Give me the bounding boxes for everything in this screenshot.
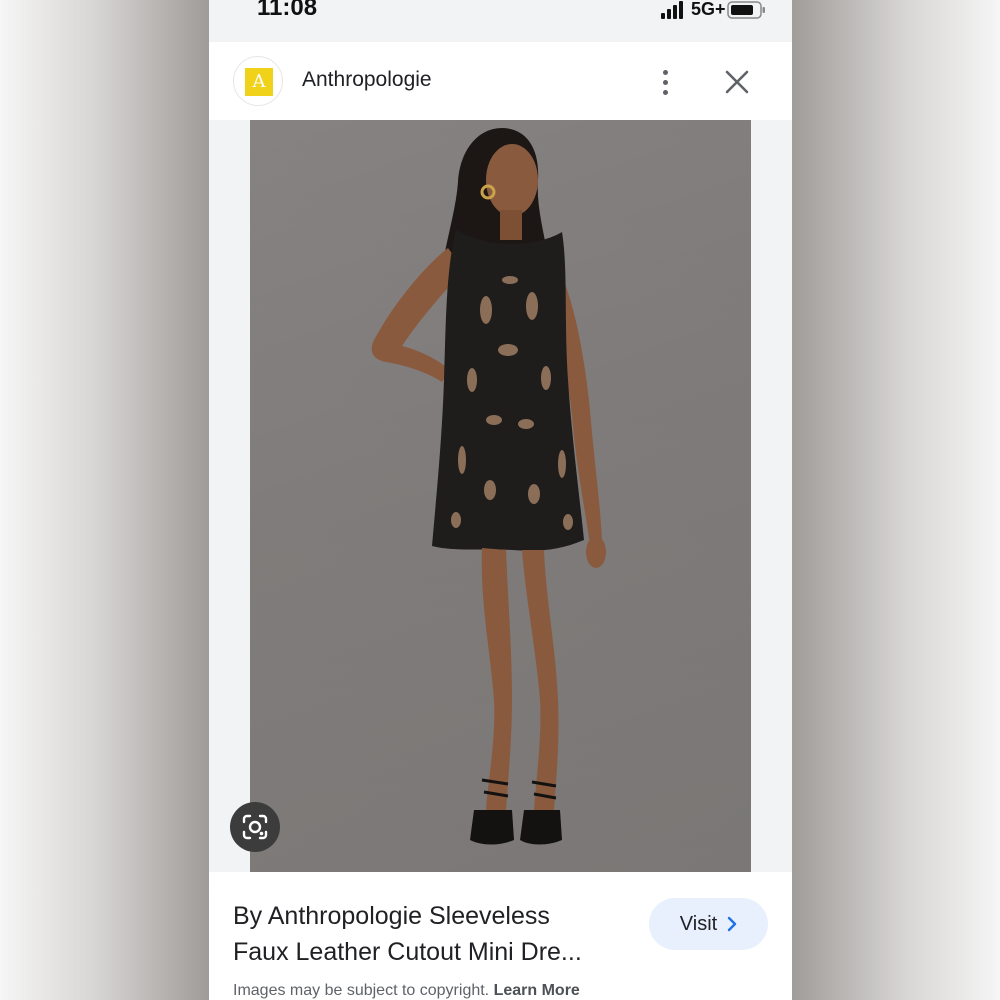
network-label: 5G+	[691, 0, 726, 19]
visit-label: Visit	[679, 912, 718, 935]
lens-glyph	[242, 814, 268, 840]
favicon-letter: A	[245, 68, 273, 96]
chevron-right-icon	[728, 916, 737, 932]
site-header: A Anthropologie	[209, 42, 792, 120]
visit-button[interactable]: Visit	[649, 898, 768, 950]
copyright-notice: Images may be subject to copyright. Lear…	[233, 982, 580, 1000]
title-line-2: Faux Leather Cutout Mini Dre...	[233, 938, 582, 966]
phone-screen: 11:08 5G+ A Anthropologie By Anthropolog…	[209, 0, 792, 1000]
signal-icon	[661, 1, 683, 19]
site-favicon[interactable]: A	[233, 56, 283, 106]
close-icon[interactable]	[719, 64, 755, 100]
model-dress-illustration	[250, 120, 751, 872]
battery-icon	[727, 1, 765, 19]
copyright-text: Images may be subject to copyright.	[233, 982, 490, 999]
lens-icon[interactable]	[230, 802, 280, 852]
result-info-panel: By Anthropologie Sleeveless Faux Leather…	[209, 872, 792, 1000]
site-name[interactable]: Anthropologie	[302, 68, 432, 92]
status-bar: 11:08 5G+	[209, 0, 792, 42]
result-title[interactable]: By Anthropologie Sleeveless Faux Leather…	[233, 898, 633, 970]
more-vert-icon[interactable]	[649, 64, 681, 100]
status-time: 11:08	[257, 0, 318, 21]
learn-more-link[interactable]: Learn More	[494, 982, 580, 999]
background-right	[790, 0, 1000, 1000]
product-image[interactable]	[250, 120, 751, 872]
background-left	[0, 0, 210, 1000]
title-line-1: By Anthropologie Sleeveless	[233, 902, 550, 930]
